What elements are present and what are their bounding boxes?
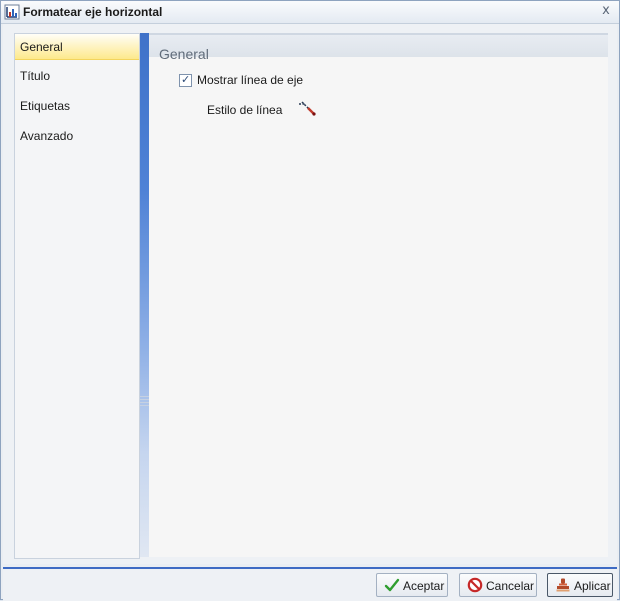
- nav-panel: General Título Etiquetas Avanzado: [14, 33, 140, 559]
- cancel-label: Cancelar: [486, 579, 535, 593]
- title-bar[interactable]: Formatear eje horizontal x: [1, 1, 619, 24]
- close-icon[interactable]: x: [599, 4, 613, 18]
- stamp-icon: [555, 577, 571, 593]
- window-title: Formatear eje horizontal: [23, 5, 163, 19]
- nav-item-label: General: [20, 40, 63, 54]
- checkmark-icon: ✓: [181, 73, 191, 86]
- show-axis-line-checkbox[interactable]: ✓: [179, 73, 192, 87]
- dialog-body: General Título Etiquetas Avanzado Genera…: [3, 24, 617, 564]
- nav-item-etiquetas[interactable]: Etiquetas: [15, 93, 139, 119]
- line-style-label: Estilo de línea: [207, 103, 283, 117]
- apply-label: Aplicar: [574, 579, 611, 593]
- nav-item-label: Avanzado: [20, 129, 74, 143]
- nav-item-label: Título: [20, 69, 51, 83]
- accept-button[interactable]: Aceptar: [376, 573, 448, 597]
- nav-item-titulo[interactable]: Título: [15, 63, 139, 89]
- show-axis-line-label[interactable]: Mostrar línea de eje: [197, 73, 303, 87]
- nav-item-label: Etiquetas: [20, 99, 71, 113]
- section-title: General: [159, 46, 209, 62]
- button-bar: Aceptar Cancelar Aplicar: [3, 567, 617, 601]
- dialog-window: Formatear eje horizontal x General Títul…: [0, 0, 620, 601]
- splitter-grip[interactable]: [140, 396, 149, 408]
- nav-item-avanzado[interactable]: Avanzado: [15, 123, 139, 149]
- section-header: General: [149, 33, 608, 62]
- line-style-icon[interactable]: [297, 99, 317, 119]
- accept-label: Aceptar: [403, 579, 445, 593]
- nav-item-general[interactable]: General: [15, 34, 139, 60]
- cancel-icon: [467, 577, 483, 593]
- content-panel: General ✓ Mostrar línea de eje Estilo de…: [149, 33, 608, 557]
- chart-axis-icon: [4, 4, 20, 20]
- splitter-bar[interactable]: [140, 33, 149, 557]
- cancel-button[interactable]: Cancelar: [459, 573, 537, 597]
- checkmark-icon: [384, 577, 400, 593]
- apply-button[interactable]: Aplicar: [547, 573, 613, 597]
